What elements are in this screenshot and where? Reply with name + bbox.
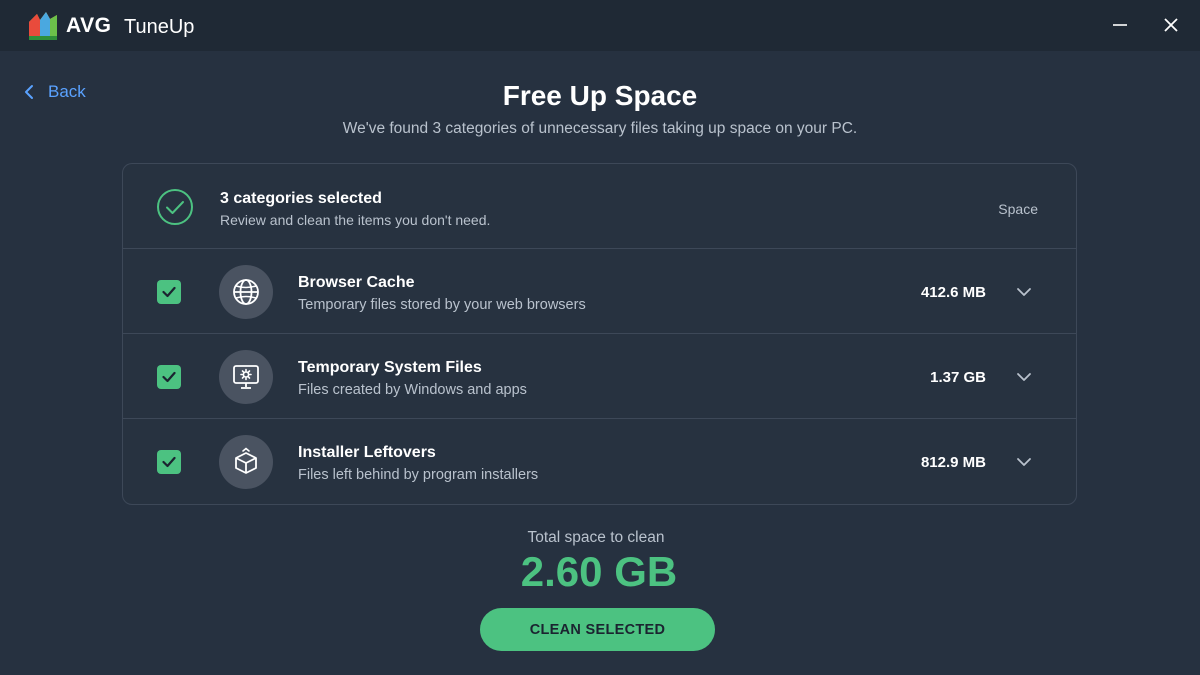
space-column-label: Space <box>998 201 1038 217</box>
checkmark-icon <box>162 371 176 383</box>
close-button[interactable] <box>1158 12 1184 38</box>
close-icon <box>1164 18 1178 32</box>
category-row-browser-cache[interactable]: Browser Cache Temporary files stored by … <box>123 249 1076 334</box>
panel-header: 3 categories selected Review and clean t… <box>123 164 1076 249</box>
categories-panel: 3 categories selected Review and clean t… <box>122 163 1077 505</box>
check-circle-icon <box>156 188 194 226</box>
page-title: Free Up Space <box>502 80 698 111</box>
package-icon <box>219 435 273 489</box>
logo-text: AVG <box>66 14 112 37</box>
category-description: Files left behind by program installers <box>298 467 539 483</box>
avg-logo-icon <box>26 10 62 43</box>
monitor-gear-icon <box>219 350 273 404</box>
category-size: 412.6 MB <box>920 284 986 301</box>
category-description: Files created by Windows and apps <box>298 382 527 398</box>
category-size: 1.37 GB <box>930 369 986 386</box>
category-title: Temporary System Files <box>298 359 482 376</box>
chevron-down-icon <box>1017 458 1031 466</box>
total-label: Total space to clean <box>527 529 665 546</box>
app-name: TuneUp <box>124 16 195 38</box>
category-checkbox[interactable] <box>157 450 181 474</box>
category-size: 812.9 MB <box>920 454 986 471</box>
globe-icon <box>219 265 273 319</box>
category-description: Temporary files stored by your web brows… <box>298 297 586 313</box>
expand-button[interactable] <box>1014 452 1034 472</box>
clean-selected-button[interactable]: CLEAN SELECTED <box>480 608 715 651</box>
category-title: Installer Leftovers <box>298 444 436 461</box>
minimize-button[interactable] <box>1107 12 1133 38</box>
category-row-temporary-system-files[interactable]: Temporary System Files Files created by … <box>123 334 1076 419</box>
selection-summary: 3 categories selected <box>220 190 382 207</box>
checkmark-icon <box>162 456 176 468</box>
category-title: Browser Cache <box>298 274 415 291</box>
minimize-icon <box>1113 24 1127 26</box>
category-checkbox[interactable] <box>157 365 181 389</box>
expand-button[interactable] <box>1014 282 1034 302</box>
total-value: 2.60 GB <box>520 548 678 595</box>
chevron-down-icon <box>1017 373 1031 381</box>
category-checkbox[interactable] <box>157 280 181 304</box>
chevron-down-icon <box>1017 288 1031 296</box>
app-window: AVG TuneUp Back Free Up Space We've foun… <box>0 0 1200 675</box>
selection-hint: Review and clean the items you don't nee… <box>220 212 491 228</box>
category-row-installer-leftovers[interactable]: Installer Leftovers Files left behind by… <box>123 419 1076 504</box>
title-bar: AVG TuneUp <box>0 0 1200 51</box>
expand-button[interactable] <box>1014 367 1034 387</box>
page-subtitle: We've found 3 categories of unnecessary … <box>342 120 858 137</box>
checkmark-icon <box>162 286 176 298</box>
